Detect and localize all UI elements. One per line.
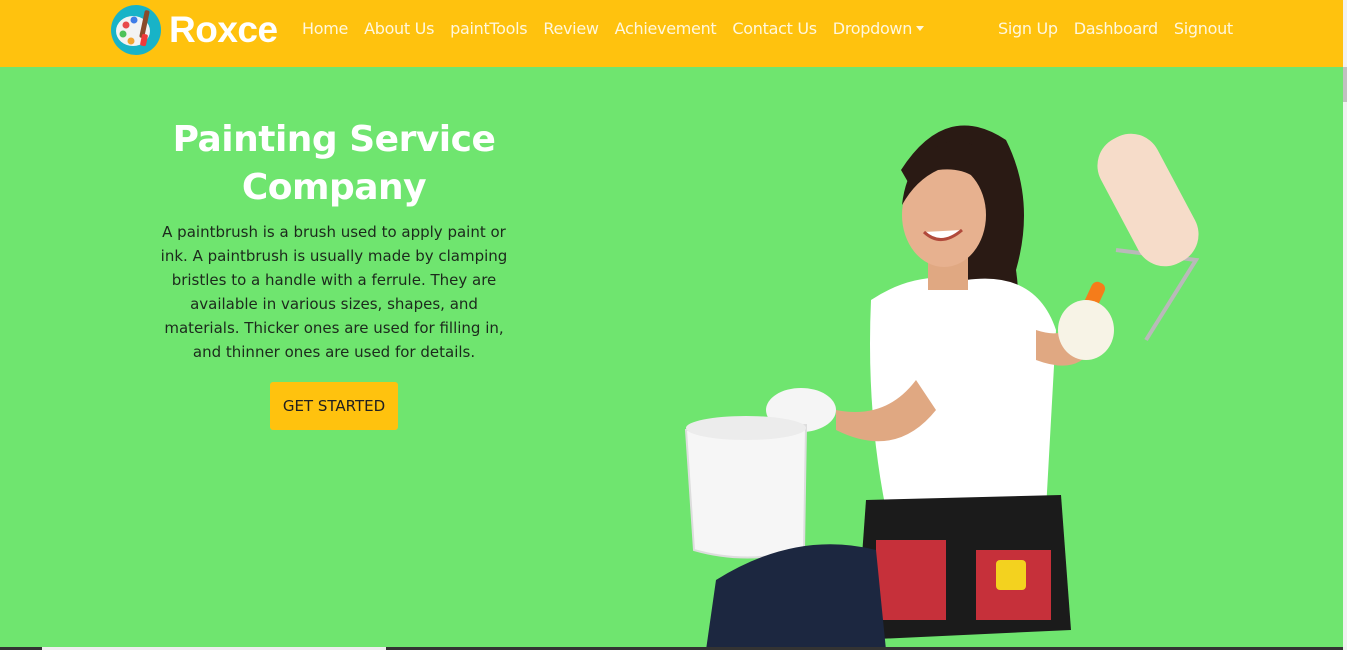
scrollbar-thumb[interactable] — [1343, 67, 1347, 102]
nav-painttools[interactable]: paintTools — [442, 18, 535, 40]
nav-links: Home About Us paintTools Review Achievem… — [294, 18, 932, 40]
caret-down-icon — [916, 26, 925, 31]
hero-title-line1: Painting Service — [172, 119, 496, 160]
brand[interactable]: Roxce — [110, 4, 278, 56]
painter-woman-image — [684, 125, 1200, 650]
nav-achievement[interactable]: Achievement — [607, 18, 725, 40]
hero-section: Painting Service Company A paintbrush is… — [150, 116, 518, 430]
nav-review[interactable]: Review — [535, 18, 606, 40]
nav-dropdown[interactable]: Dropdown — [825, 18, 932, 40]
nav-signout[interactable]: Signout — [1166, 18, 1241, 40]
navbar: Roxce Home About Us paintTools Review Ac… — [0, 0, 1343, 67]
hero-title: Painting Service Company — [150, 116, 518, 212]
nav-dropdown-label: Dropdown — [832, 19, 913, 38]
hero-description: A paintbrush is a brush used to apply pa… — [160, 223, 508, 361]
nav-about-us[interactable]: About Us — [356, 18, 442, 40]
nav-auth-links: Sign Up Dashboard Signout — [990, 18, 1241, 40]
get-started-button[interactable]: GET STARTED — [269, 382, 399, 430]
brand-name: Roxce — [169, 9, 278, 50]
nav-home[interactable]: Home — [294, 18, 356, 40]
nav-sign-up[interactable]: Sign Up — [990, 18, 1066, 40]
hero-title-line2: Company — [241, 167, 427, 208]
palette-logo-icon — [111, 5, 161, 55]
nav-contact-us[interactable]: Contact Us — [724, 18, 824, 40]
nav-dashboard[interactable]: Dashboard — [1066, 18, 1166, 40]
